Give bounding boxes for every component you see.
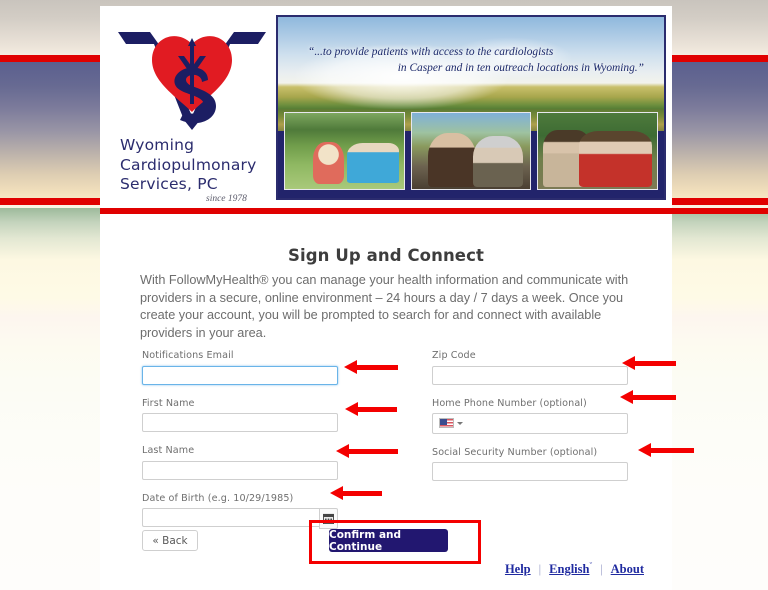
banner-quote: “...to provide patients with access to t… (278, 45, 664, 76)
us-flag-icon (439, 418, 454, 428)
country-selector[interactable] (433, 418, 463, 428)
zip-code-input[interactable] (432, 365, 628, 385)
label-home-phone-number: Home Phone Number (optional) (432, 397, 587, 409)
help-link[interactable]: Help (505, 562, 531, 576)
last-name-input[interactable] (142, 460, 338, 480)
banner-photo-three-senior-women (537, 112, 659, 190)
footer-separator-1: | (538, 562, 542, 577)
home-phone-wrapper (432, 412, 628, 434)
confirm-and-continue-button[interactable]: Confirm and Continue (329, 529, 448, 553)
logo-block[interactable]: Wyoming Cardiopulmonary Services, PC sin… (108, 14, 276, 204)
banner-photo-grandfather-and-toddler (284, 112, 405, 190)
label-first-name: First Name (142, 397, 195, 409)
social-security-number-input[interactable] (432, 462, 628, 481)
wcs-caduceus-logo-icon (118, 32, 266, 130)
home-phone-number-input[interactable] (463, 414, 627, 432)
field-zip-code: Zip Code (432, 350, 632, 385)
established-year: since 1978 (206, 194, 247, 204)
banner-photo-senior-couple (410, 112, 532, 190)
footer-links: Help | Englishˇ | About (100, 561, 672, 577)
label-date-of-birth: Date of Birth (e.g. 10/29/1985) (142, 492, 294, 504)
first-name-input[interactable] (142, 413, 338, 432)
notifications-email-input[interactable] (142, 365, 338, 385)
label-last-name: Last Name (142, 445, 195, 456)
date-of-birth-input[interactable] (142, 508, 320, 527)
footer-separator-2: | (600, 562, 603, 577)
field-first-name: First Name (142, 397, 342, 432)
intro-paragraph: With FollowMyHealth® you can manage your… (140, 273, 629, 340)
field-notifications-email: Notifications Email (142, 350, 342, 385)
field-social-security-number: Social Security Number (optional) (432, 446, 632, 481)
site-header: Wyoming Cardiopulmonary Services, PC sin… (100, 6, 672, 204)
about-link[interactable]: About (611, 562, 644, 576)
banner-quote-line-1: “...to provide patients with access to t… (308, 46, 554, 58)
field-home-phone-number: Home Phone Number (optional) (432, 398, 632, 434)
content-card: Wyoming Cardiopulmonary Services, PC sin… (100, 6, 768, 590)
hero-banner: “...to provide patients with access to t… (276, 15, 666, 200)
organization-name: Wyoming Cardiopulmonary Services, PC (120, 136, 257, 193)
banner-quote-line-2: in Casper and in ten outreach locations … (397, 61, 644, 74)
label-zip-code: Zip Code (432, 350, 476, 361)
form-column-right: Zip Code Home Phone Number (optional) So… (432, 350, 632, 494)
page-title: Sign Up and Connect (288, 246, 484, 265)
page-root: Wyoming Cardiopulmonary Services, PC sin… (0, 0, 768, 590)
signup-main: Sign Up and Connect With FollowMyHealth®… (100, 214, 672, 590)
language-link[interactable]: English (549, 562, 589, 576)
label-notifications-email: Notifications Email (142, 350, 234, 361)
back-button[interactable]: « Back (142, 530, 198, 551)
field-last-name: Last Name (142, 445, 342, 480)
banner-photo-row (278, 112, 664, 194)
form-column-left: Notifications Email First Name Last Name… (142, 350, 342, 540)
decorative-red-stripe-card (100, 208, 768, 214)
label-social-security-number: Social Security Number (optional) (432, 446, 598, 458)
